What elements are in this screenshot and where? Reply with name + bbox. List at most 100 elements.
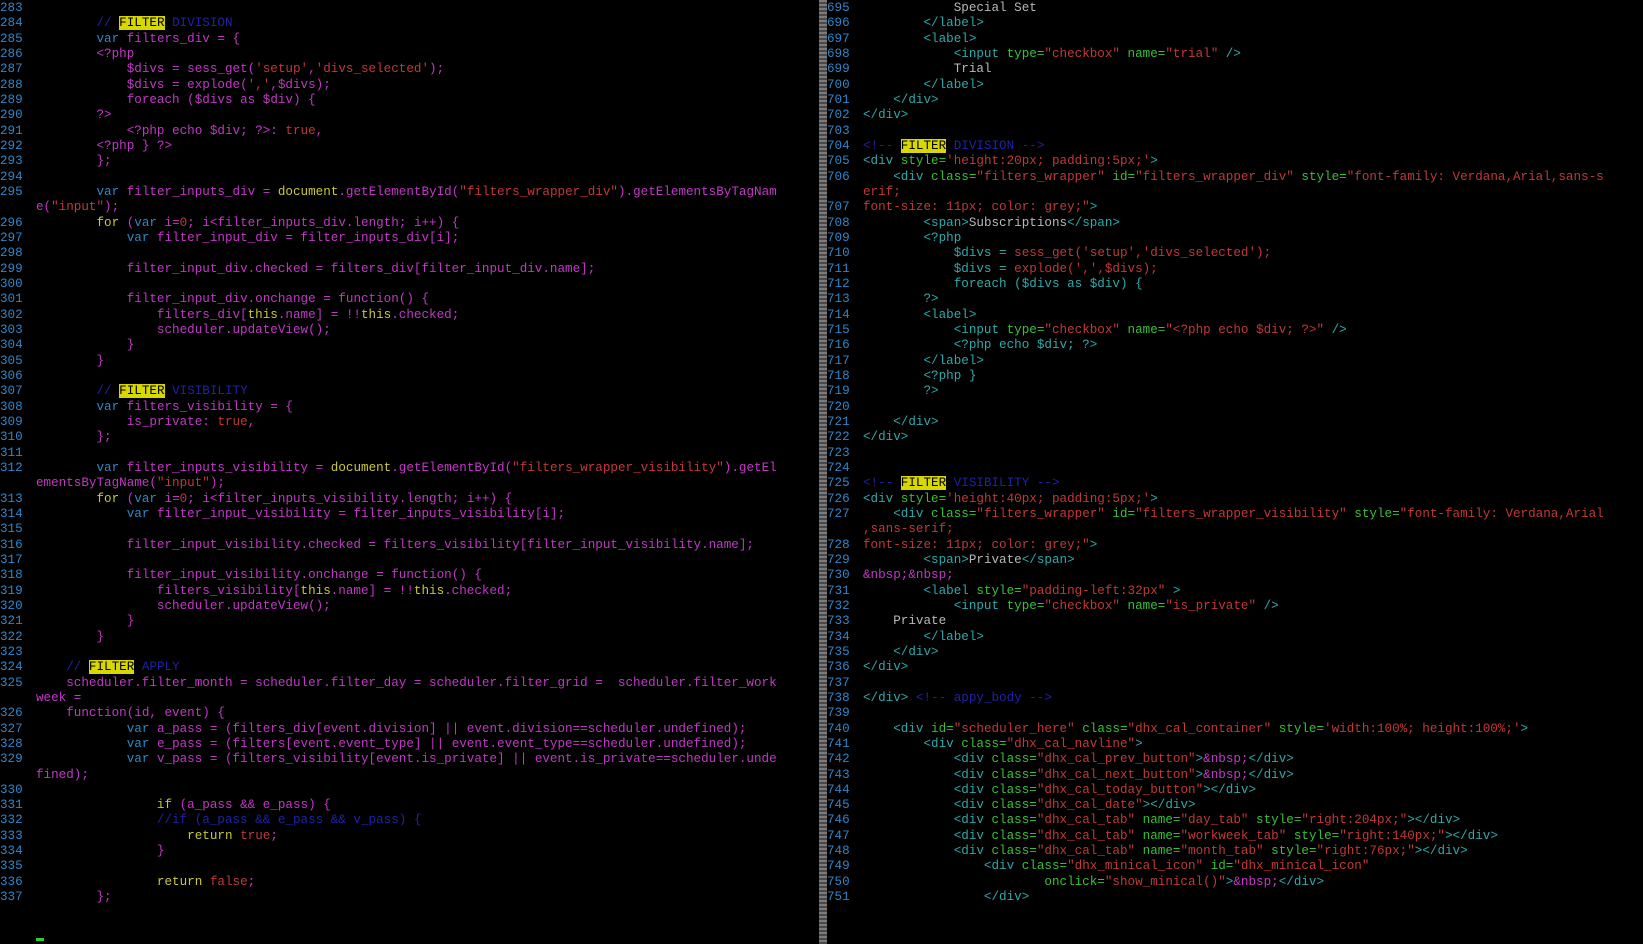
code-line[interactable]: 298 [0, 245, 800, 261]
code-line[interactable]: 696 </label> [827, 15, 1627, 31]
code-line[interactable]: 715 <input type="checkbox" name="<?php e… [827, 322, 1627, 338]
code-line[interactable]: 322 } [0, 629, 800, 645]
code-line[interactable]: 749 <div class="dhx_minical_icon" id="dh… [827, 858, 1627, 874]
code-line[interactable]: 713 ?> [827, 291, 1627, 307]
code-line[interactable]: 312 var filter_inputs_visibility = docum… [0, 460, 800, 476]
code-line[interactable]: 733 Private [827, 613, 1627, 629]
code-line[interactable]: 725 <!-- FILTER VISIBILITY --> [827, 475, 1627, 491]
code-line[interactable]: 331 if (a_pass && e_pass) { [0, 797, 800, 813]
code-line[interactable]: 308 var filters_visibility = { [0, 399, 800, 415]
code-line[interactable]: 285 var filters_div = { [0, 31, 800, 47]
code-line[interactable]: 320 scheduler.updateView(); [0, 598, 800, 614]
code-line[interactable]: 751 </div> [827, 889, 1627, 905]
code-line[interactable]: 319 filters_visibility[this.name] = !!th… [0, 583, 800, 599]
code-line[interactable]: 305 } [0, 353, 800, 369]
editor-pane-left[interactable]: 283 284 // FILTER DIVISION 285 var filters… [0, 0, 819, 944]
code-line[interactable]: 318 filter_input_visibility.onchange = f… [0, 567, 800, 583]
code-line[interactable]: 707 font-size: 11px; color: grey;"> [827, 199, 1627, 215]
code-line[interactable]: 699 Trial [827, 61, 1627, 77]
code-line[interactable]: 288 $divs = explode(',',$divs); [0, 77, 800, 93]
code-line[interactable]: 700 </label> [827, 77, 1627, 93]
code-line[interactable]: 309 is_private: true, [0, 414, 800, 430]
code-line[interactable]: 324 // FILTER APPLY [0, 659, 800, 675]
code-line[interactable]: 299 filter_input_div.checked = filters_d… [0, 261, 800, 277]
code-line[interactable]: 327 var a_pass = (filters_div[event.divi… [0, 721, 800, 737]
code-line[interactable]: 745 <div class="dhx_cal_date"></div> [827, 797, 1627, 813]
code-line[interactable]: 731 <label style="padding-left:32px" > [827, 583, 1627, 599]
code-line[interactable]: 746 <div class="dhx_cal_tab" name="day_t… [827, 812, 1627, 828]
code-line[interactable]: 329 var v_pass = (filters_visibility[eve… [0, 751, 800, 767]
code-line[interactable]: 315 [0, 521, 800, 537]
code-line[interactable]: 701 </div> [827, 92, 1627, 108]
code-line[interactable]: 328 var e_pass = (filters[event.event_ty… [0, 736, 800, 752]
code-line[interactable]: 334 } [0, 843, 800, 859]
code-line[interactable]: 301 filter_input_div.onchange = function… [0, 291, 800, 307]
code-line[interactable]: 310 }; [0, 429, 800, 445]
code-line[interactable]: 000,sans-serif; [827, 521, 1627, 537]
code-line[interactable]: 293 }; [0, 153, 800, 169]
code-line[interactable]: 741 <div class="dhx_cal_navline"> [827, 736, 1627, 752]
code-line[interactable]: 744 <div class="dhx_cal_today_button"></… [827, 782, 1627, 798]
code-line[interactable]: 295 var filter_inputs_div = document.get… [0, 184, 800, 200]
code-line[interactable]: 000week = [0, 690, 800, 706]
code-line[interactable]: 284 // FILTER DIVISION [0, 15, 800, 31]
code-line[interactable]: 712 foreach ($divs as $div) { [827, 276, 1627, 292]
code-line[interactable]: 748 <div class="dhx_cal_tab" name="month… [827, 843, 1627, 859]
code-line[interactable]: 695 Special Set [827, 0, 1627, 16]
code-line[interactable]: 710 $divs = sess_get('setup','divs_selec… [827, 245, 1627, 261]
code-line[interactable]: 723 [827, 445, 1627, 461]
code-line[interactable]: 303 scheduler.updateView(); [0, 322, 800, 338]
code-line[interactable]: 711 $divs = explode(',',$divs); [827, 261, 1627, 277]
code-line[interactable]: 747 <div class="dhx_cal_tab" name="workw… [827, 828, 1627, 844]
code-line[interactable]: 289 foreach ($divs as $div) { [0, 92, 800, 108]
code-line[interactable]: 719 ?> [827, 383, 1627, 399]
code-line[interactable]: 317 [0, 552, 800, 568]
code-line[interactable]: 333 return true; [0, 828, 800, 844]
code-line[interactable]: 335 [0, 858, 800, 874]
code-line[interactable]: 304 } [0, 337, 800, 353]
code-line[interactable]: 742 <div class="dhx_cal_prev_button">&nb… [827, 751, 1627, 767]
code-line[interactable]: 736 </div> [827, 659, 1627, 675]
code-line[interactable]: 734 </label> [827, 629, 1627, 645]
code-line[interactable]: 323 [0, 644, 800, 660]
code-line[interactable]: 316 filter_input_visibility.checked = fi… [0, 537, 800, 553]
code-line[interactable]: 336 return false; [0, 874, 800, 890]
code-line[interactable]: 291 <?php echo $div; ?>: true, [0, 123, 800, 139]
editor-pane-right[interactable]: 695 Special Set 696 </label> 697 <label> 69… [827, 0, 1643, 944]
code-line[interactable]: 314 var filter_input_visibility = filter… [0, 506, 800, 522]
code-line[interactable]: 706 <div class="filters_wrapper" id="fil… [827, 169, 1627, 185]
code-line[interactable]: 326 function(id, event) { [0, 705, 800, 721]
code-line[interactable]: 306 [0, 368, 800, 384]
code-line[interactable]: 703 [827, 123, 1627, 139]
code-line[interactable]: 302 filters_div[this.name] = !!this.chec… [0, 307, 800, 323]
code-line[interactable]: 000fined); [0, 767, 800, 783]
code-line[interactable]: 728 font-size: 11px; color: grey;"> [827, 537, 1627, 553]
code-line[interactable]: 726 <div style='height:40px; padding:5px;… [827, 491, 1627, 507]
code-line[interactable]: 300 [0, 276, 800, 292]
code-line[interactable]: 311 [0, 445, 800, 461]
code-line[interactable]: 307 // FILTER VISIBILITY [0, 383, 800, 399]
code-line[interactable]: 292 <?php } ?> [0, 138, 800, 154]
code-line[interactable]: 321 } [0, 613, 800, 629]
code-line[interactable]: 283 [0, 0, 800, 16]
code-line[interactable]: 740 <div id="scheduler_here" class="dhx_… [827, 721, 1627, 737]
code-line[interactable]: 332 //if (a_pass && e_pass && v_pass) { [0, 812, 800, 828]
code-line[interactable]: 727 <div class="filters_wrapper" id="fil… [827, 506, 1627, 522]
code-line[interactable]: 729 <span>Private</span> [827, 552, 1627, 568]
code-line[interactable]: 702 </div> [827, 107, 1627, 123]
code-line[interactable]: 718 <?php } [827, 368, 1627, 384]
code-line[interactable]: 708 <span>Subscriptions</span> [827, 215, 1627, 231]
code-line[interactable]: 743 <div class="dhx_cal_next_button">&nb… [827, 767, 1627, 783]
code-line[interactable]: 297 var filter_input_div = filter_inputs… [0, 230, 800, 246]
code-line[interactable]: 000e("input"); [0, 199, 800, 215]
code-line[interactable]: 739 [827, 705, 1627, 721]
code-line[interactable]: 286 <?php [0, 46, 800, 62]
code-line[interactable]: 296 for (var i=0; i<filter_inputs_div.le… [0, 215, 800, 231]
code-line[interactable]: 000erif; [827, 184, 1627, 200]
code-line[interactable]: 750 onclick="show_minical()">&nbsp;</div… [827, 874, 1627, 890]
code-line[interactable]: 313 for (var i=0; i<filter_inputs_visibi… [0, 491, 800, 507]
code-line[interactable]: 294 [0, 169, 800, 185]
code-line[interactable]: 287 $divs = sess_get('setup','divs_selec… [0, 61, 800, 77]
code-line[interactable]: 714 <label> [827, 307, 1627, 323]
code-line[interactable]: 737 [827, 675, 1627, 691]
